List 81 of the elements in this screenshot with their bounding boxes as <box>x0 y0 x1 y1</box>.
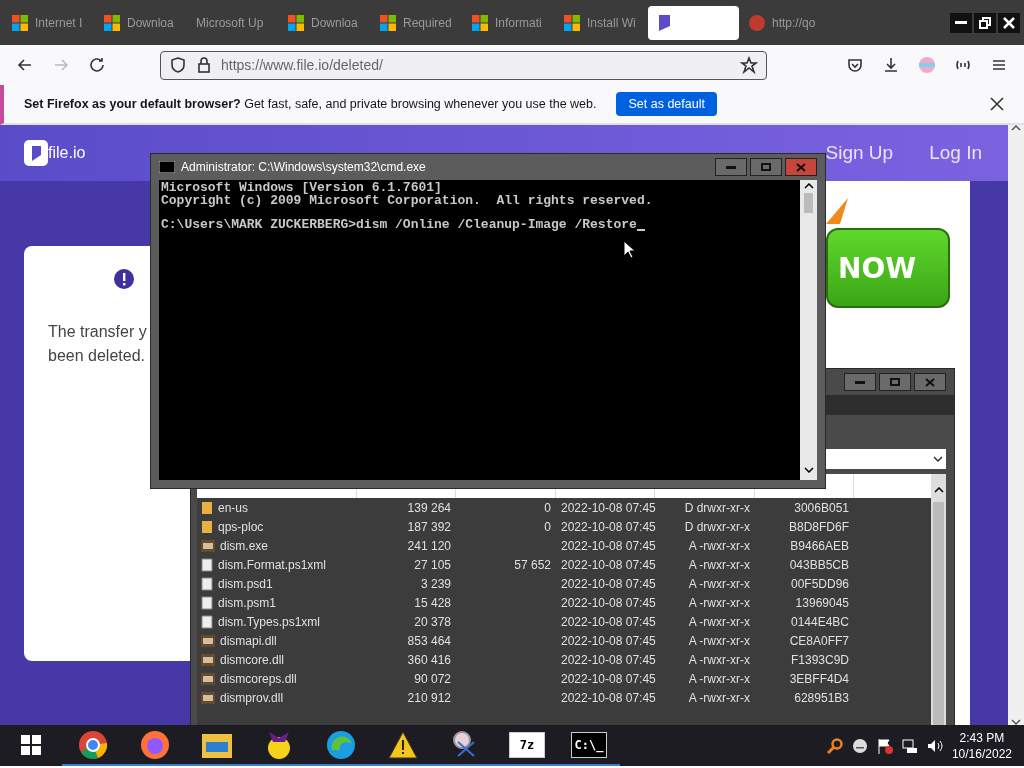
table-cell: 15 428 <box>414 595 451 610</box>
table-cell: 2022-10-08 07:45 <box>561 690 656 705</box>
table-cell: 628951B3 <box>794 690 849 705</box>
file-name[interactable]: qps-ploc <box>218 519 264 534</box>
nav-link[interactable]: Sign Up <box>825 142 894 164</box>
notification-message: Set Firefox as your default browser? Get fast, safe, and private browsing whenever you use the web. <box>24 97 597 111</box>
console-line: Microsoft Windows [Version 6.1.7601] <box>161 182 442 195</box>
table-cell: 139 264 <box>407 500 451 515</box>
table-cell: 2022-10-08 07:45 <box>561 652 656 667</box>
table-cell: A -rwxr-xr-x <box>688 690 750 705</box>
table-cell: 2022-10-08 07:45 <box>561 576 656 591</box>
console-line: Copyright (c) 2009 Microsoft Corporation. All rights reserved. <box>161 194 653 207</box>
file-name[interactable]: dism.psd1 <box>218 576 273 591</box>
browser-tab[interactable]: Downloa <box>280 5 370 40</box>
console-line: C:\Users\MARK ZUCKERBERG>dism /Online /Cleanup-Image /Restore <box>161 219 637 232</box>
table-cell: A -rwxr-xr-x <box>688 576 750 591</box>
table-cell: 57 652 <box>514 557 551 572</box>
browser-tab[interactable]: http://qo <box>741 5 831 40</box>
file-name[interactable]: en-us <box>218 500 249 515</box>
table-cell: 043BB5CB <box>789 557 849 572</box>
file-name[interactable]: dismprov.dll <box>220 690 284 705</box>
table-cell: A -rwxr-xr-x <box>688 671 750 686</box>
table-cell: 0 <box>544 500 551 515</box>
browser-tab[interactable]: Install Wi <box>556 5 646 40</box>
file-name[interactable]: dism.psm1 <box>218 595 276 610</box>
message-text: been deleted. <box>48 346 146 366</box>
address-field[interactable]: https://www.file.io/deleted/ <box>160 50 767 80</box>
message-text: The transfer y <box>48 322 148 342</box>
table-cell: 13969045 <box>795 595 849 610</box>
table-cell: 2022-10-08 07:45 <box>561 671 656 686</box>
console-icon[interactable]: C:\_ <box>571 731 607 758</box>
table-cell: 3EBFF4D4 <box>789 671 849 686</box>
table-cell: 187 392 <box>407 519 451 534</box>
file-name[interactable]: dismapi.dll <box>220 633 277 648</box>
table-cell: 0 <box>544 519 551 534</box>
table-cell: 853 464 <box>407 633 451 648</box>
table-cell: D drwxr-xr-x <box>684 519 750 534</box>
table-cell: 241 120 <box>407 538 451 553</box>
file-name[interactable]: dism.Format.ps1xml <box>218 557 327 572</box>
clock[interactable]: 2:43 PM 10/16/2022 <box>951 729 1012 762</box>
file-name[interactable]: dismcoreps.dll <box>220 671 297 686</box>
table-cell: 210 912 <box>407 690 451 705</box>
table-cell: A -rwxr-xr-x <box>688 614 750 629</box>
table-cell: 2022-10-08 07:45 <box>561 614 656 629</box>
table-cell: 2022-10-08 07:45 <box>561 519 656 534</box>
table-cell: CE8A0FF7 <box>789 633 849 648</box>
table-cell: 0144E4BC <box>790 614 849 629</box>
table-cell: 2022-10-08 07:45 <box>561 500 656 515</box>
table-cell: 27 105 <box>414 557 451 572</box>
table-cell: B8D8FD6F <box>788 519 849 534</box>
file-name[interactable]: dismcore.dll <box>220 652 285 667</box>
table-cell: 2022-10-08 07:45 <box>561 595 656 610</box>
set-default-button[interactable]: Set as default <box>616 92 717 116</box>
file-name[interactable]: dism.exe <box>220 538 269 553</box>
table-cell: 20 378 <box>414 614 451 629</box>
table-cell: A -rwxr-xr-x <box>688 538 750 553</box>
table-cell: A -rwxr-xr-x <box>688 633 750 648</box>
table-cell: F1393C9D <box>790 652 849 667</box>
table-cell: 90 072 <box>414 671 451 686</box>
window-title: Administrator: C:\Windows\system32\cmd.exe <box>181 160 426 174</box>
table-cell: A -rwxr-xr-x <box>688 557 750 572</box>
browser-tab[interactable]: Internet I <box>4 5 94 40</box>
site-logo: file.io <box>48 144 86 162</box>
table-cell: 00F5DD96 <box>790 576 849 591</box>
browser-tab[interactable]: Downloa <box>96 5 186 40</box>
browser-tab[interactable]: Informati <box>464 5 554 40</box>
table-cell: 3 239 <box>420 576 451 591</box>
archiver-icon[interactable]: 7z <box>509 731 545 758</box>
file-name[interactable]: dism.Types.ps1xml <box>218 614 321 629</box>
table-cell: 2022-10-08 07:45 <box>561 538 656 553</box>
table-cell: 3006B051 <box>794 500 849 515</box>
browser-tab[interactable]: Required <box>372 5 462 40</box>
table-cell: 2022-10-08 07:45 <box>561 557 656 572</box>
table-cell: A -rwxr-xr-x <box>688 595 750 610</box>
browser-tab[interactable]: Microsoft Up <box>188 5 278 40</box>
table-cell: A -rwxr-xr-x <box>688 652 750 667</box>
nav-link[interactable]: Log In <box>929 142 982 164</box>
table-cell: 360 416 <box>407 652 451 667</box>
table-cell: B9466AEB <box>790 538 849 553</box>
table-cell: D drwxr-xr-x <box>684 500 750 515</box>
table-cell: 2022-10-08 07:45 <box>561 633 656 648</box>
